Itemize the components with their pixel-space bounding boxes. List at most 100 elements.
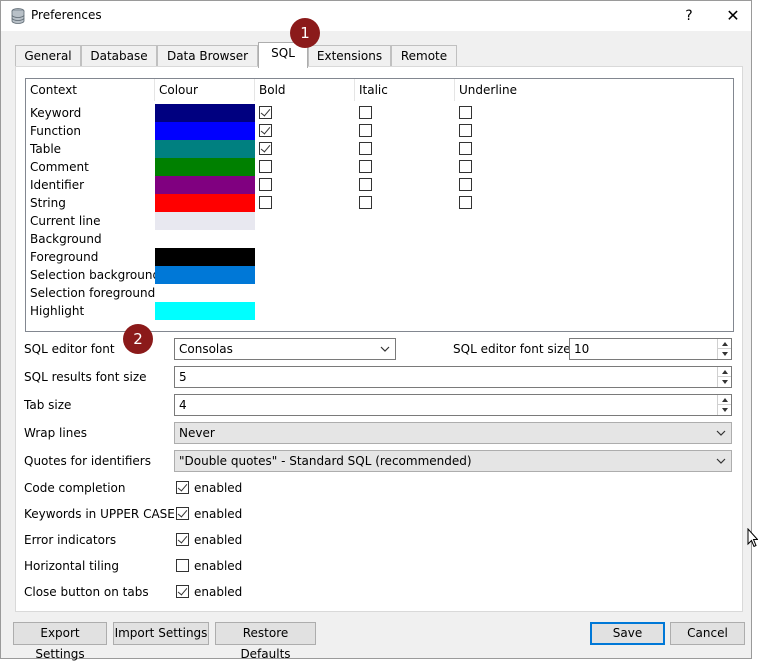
italic-checkbox[interactable] [359,160,372,173]
annotation-badge-2: 2 [123,324,153,354]
spin-up-icon[interactable] [718,395,731,405]
context-label: Keyword [30,106,82,120]
editor-font-size-label: SQL editor font size [453,342,571,356]
toggle-label: Keywords in UPPER CASE [24,507,175,521]
column-header-italic[interactable]: Italic [355,79,455,101]
bold-checkbox[interactable] [259,142,272,155]
colour-swatch[interactable] [155,104,255,122]
spin-down-icon[interactable] [718,349,731,359]
italic-checkbox[interactable] [359,196,372,209]
column-header-colour[interactable]: Colour [155,79,255,101]
tab-database[interactable]: Database [81,45,157,67]
save-button[interactable]: Save [590,622,665,645]
spin-buttons[interactable] [717,339,731,359]
wrap-lines-combo[interactable]: Never [174,422,732,444]
bold-checkbox[interactable] [259,160,272,173]
italic-checkbox[interactable] [359,124,372,137]
colour-swatch[interactable] [155,302,255,320]
column-header-context[interactable]: Context [26,79,155,101]
import-settings-button[interactable]: Import Settings [113,622,209,645]
underline-checkbox[interactable] [459,160,472,173]
italic-checkbox[interactable] [359,106,372,119]
toggle-label: Code completion [24,481,126,495]
window-title: Preferences [31,8,102,22]
tab-extensions[interactable]: Extensions [308,45,391,67]
column-header-bold[interactable]: Bold [255,79,355,101]
context-label: Highlight [30,304,85,318]
column-header-underline[interactable]: Underline [455,79,733,101]
enabled-checkbox[interactable] [176,507,189,520]
enabled-label: enabled [194,559,243,573]
help-button[interactable]: ? [677,5,701,27]
export-settings-button[interactable]: Export Settings [13,622,107,661]
colour-swatch[interactable] [155,212,255,230]
editor-font-combo[interactable]: Consolas [174,338,396,360]
enabled-checkbox[interactable] [176,585,189,598]
editor-font-value: Consolas [179,342,233,356]
colour-swatch[interactable] [155,248,255,266]
results-font-size-spinbox[interactable]: 5 [174,366,732,388]
close-button[interactable]: ✕ [719,5,747,27]
italic-checkbox[interactable] [359,142,372,155]
enabled-label: enabled [194,585,243,599]
colour-swatch[interactable] [155,266,255,284]
colour-swatch[interactable] [155,194,255,212]
chevron-down-icon [380,346,390,352]
enabled-checkbox[interactable] [176,559,189,572]
toggle-label: Close button on tabs [24,585,149,599]
underline-checkbox[interactable] [459,106,472,119]
cancel-button[interactable]: Cancel [670,622,745,645]
editor-font-label: SQL editor font [24,342,115,356]
spin-down-icon[interactable] [718,405,731,415]
bold-checkbox[interactable] [259,196,272,209]
enabled-label: enabled [194,481,243,495]
context-label: Selection background [30,268,161,282]
annotation-badge-1: 1 [290,18,320,48]
quotes-value: "Double quotes" - Standard SQL (recommen… [179,454,472,468]
spin-up-icon[interactable] [718,339,731,349]
enabled-checkbox[interactable] [176,533,189,546]
bold-checkbox[interactable] [259,106,272,119]
context-label: Background [30,232,102,246]
context-label: Identifier [30,178,85,192]
database-icon [11,8,25,24]
editor-font-size-spinbox[interactable]: 10 [569,338,732,360]
colour-swatch[interactable] [155,284,255,302]
context-label: Current line [30,214,101,228]
context-label: String [30,196,66,210]
editor-font-size-value: 10 [574,342,590,356]
tab-size-spinbox[interactable]: 4 [174,394,732,416]
colour-swatch[interactable] [155,140,255,158]
colour-swatch[interactable] [155,176,255,194]
spin-down-icon[interactable] [718,377,731,387]
preferences-dialog: Preferences ? ✕ General Database Data Br… [0,0,752,661]
underline-checkbox[interactable] [459,196,472,209]
underline-checkbox[interactable] [459,178,472,191]
context-label: Function [30,124,82,138]
enabled-checkbox[interactable] [176,481,189,494]
enabled-label: enabled [194,533,243,547]
colour-swatch[interactable] [155,158,255,176]
italic-checkbox[interactable] [359,178,372,191]
bold-checkbox[interactable] [259,178,272,191]
colour-swatch[interactable] [155,122,255,140]
restore-defaults-button[interactable]: Restore Defaults [215,622,316,661]
underline-checkbox[interactable] [459,142,472,155]
underline-checkbox[interactable] [459,124,472,137]
context-label: Table [30,142,62,156]
quotes-label: Quotes for identifiers [24,454,151,468]
spin-buttons[interactable] [717,367,731,387]
bold-checkbox[interactable] [259,124,272,137]
spin-up-icon[interactable] [718,367,731,377]
spin-buttons[interactable] [717,395,731,415]
colour-swatch[interactable] [155,230,255,248]
mouse-cursor-icon [747,528,758,548]
tab-size-label: Tab size [24,398,72,412]
tab-general[interactable]: General [15,45,81,67]
chevron-down-icon [716,430,726,436]
tab-size-value: 4 [179,398,187,412]
tab-data-browser[interactable]: Data Browser [157,45,258,67]
tab-remote[interactable]: Remote [391,45,457,67]
toggle-label: Horizontal tiling [24,559,120,573]
quotes-combo[interactable]: "Double quotes" - Standard SQL (recommen… [174,450,732,472]
